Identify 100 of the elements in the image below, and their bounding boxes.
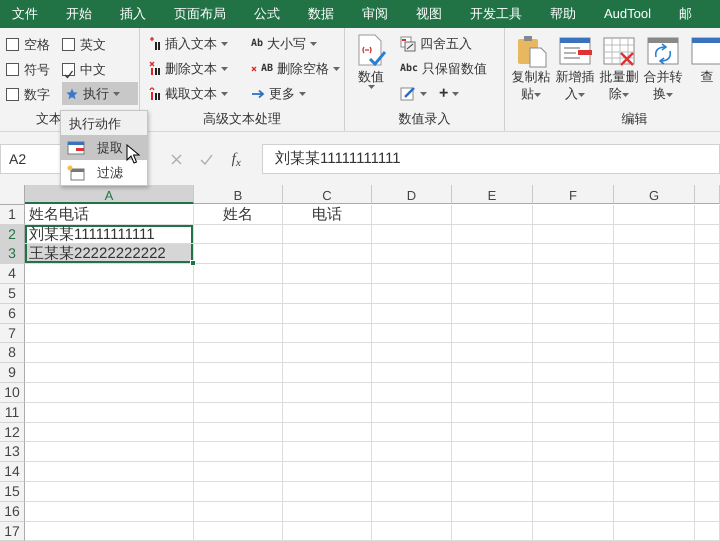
caret-icon	[310, 42, 318, 46]
checkbox-label: 空格	[24, 36, 50, 54]
group-label: 编辑	[622, 111, 648, 126]
grid-cell	[695, 482, 720, 502]
row-header[interactable]: 5	[0, 284, 25, 304]
star-icon	[65, 86, 79, 100]
fill-handle[interactable]	[190, 260, 196, 266]
delete-mark-icon	[251, 66, 257, 72]
row-header[interactable]: 3	[0, 244, 25, 264]
insert-text-icon	[149, 36, 161, 51]
menu-tab[interactable]: 邮	[678, 0, 692, 28]
grid-cell	[695, 324, 720, 344]
column-header[interactable]: E	[452, 185, 533, 204]
row-header[interactable]: 6	[0, 304, 25, 324]
checkbox-square[interactable]	[6, 63, 19, 76]
row-header[interactable]: 10	[0, 382, 25, 403]
grid-cell	[695, 343, 720, 364]
row-header[interactable]: 14	[0, 462, 25, 482]
caret-icon	[221, 66, 228, 70]
grid-cell: 王某某22222222222	[25, 244, 194, 264]
caret-icon	[420, 92, 427, 96]
ribbon-button[interactable]: 删除文本	[146, 57, 244, 80]
icon-text: Ab	[251, 37, 264, 51]
row-header[interactable]: 16	[0, 502, 25, 522]
grid-cell	[695, 522, 720, 541]
column-header[interactable]: B	[194, 185, 283, 204]
menu-tab[interactable]: 页面布局	[174, 0, 226, 28]
formula-input[interactable]: 刘某某11111111111	[262, 144, 720, 174]
menu-tab[interactable]: 视图	[416, 0, 442, 28]
caret-icon	[299, 92, 306, 96]
row-header[interactable]: 8	[0, 343, 25, 364]
caret-icon	[221, 92, 228, 96]
ribbon-button[interactable]: AB 删除空格	[248, 57, 343, 80]
column-header[interactable]: F	[533, 185, 614, 204]
ribbon-large-button[interactable]: 复制粘贴	[509, 32, 553, 109]
grid-cell	[695, 422, 720, 442]
ribbon-large-button[interactable]: 新增插入	[553, 32, 597, 109]
menu-tab[interactable]: 帮助	[550, 0, 576, 28]
menu-tab[interactable]: 公式	[254, 0, 280, 28]
caret-icon	[221, 42, 228, 46]
group-label: 文本	[36, 111, 62, 126]
sparkle-sheet-icon	[67, 164, 85, 180]
row-header[interactable]: 12	[0, 422, 25, 442]
row-header[interactable]: 15	[0, 482, 25, 502]
row-header[interactable]: 17	[0, 522, 25, 541]
row-header[interactable]: 4	[0, 264, 25, 284]
checkbox-square[interactable]	[6, 88, 19, 101]
pencil-sheet-icon	[400, 86, 416, 101]
ribbon-button[interactable]: 插入文本	[146, 32, 244, 55]
checkbox-square[interactable]	[62, 63, 75, 76]
ribbon-button[interactable]: 更多	[248, 82, 343, 105]
row-header[interactable]: 7	[0, 324, 25, 344]
checkbox-label: 中文	[80, 60, 106, 79]
grid-cell	[695, 382, 720, 403]
row-header[interactable]: 9	[0, 363, 25, 383]
window-icon	[67, 140, 85, 154]
grid-cell	[695, 363, 720, 383]
check-icon	[63, 69, 74, 80]
checkbox-label: 英文	[80, 36, 106, 54]
grid-cell	[695, 462, 720, 482]
plus-dropdown[interactable]: +	[436, 82, 462, 105]
menu-tab[interactable]: AudTool	[604, 0, 651, 28]
checkbox-label: 符号	[24, 60, 50, 79]
menu-tab[interactable]: 数据	[308, 0, 334, 28]
grid-cell	[695, 304, 720, 324]
caret-icon	[368, 85, 374, 89]
menu-tab[interactable]: 开发工具	[470, 0, 522, 28]
row-header[interactable]: 1	[0, 204, 25, 225]
menu-item[interactable]: 过滤	[61, 160, 147, 185]
menu-tab[interactable]: 审阅	[362, 0, 388, 28]
grid-cell	[695, 224, 720, 244]
ribbon-large-button[interactable]: 合并转换	[641, 32, 685, 109]
row-header[interactable]: 13	[0, 442, 25, 462]
menu-tab[interactable]: 插入	[120, 0, 146, 28]
group-label: 数值录入	[398, 111, 450, 126]
menu-tab[interactable]: 开始	[66, 0, 92, 28]
document-check-icon	[356, 34, 386, 68]
row-header[interactable]: 11	[0, 402, 25, 423]
column-header[interactable]: G	[614, 185, 695, 204]
ribbon-button[interactable]: 四舍五入	[397, 32, 490, 55]
grid-cell: 姓名	[194, 204, 283, 225]
row-header[interactable]: 2	[0, 224, 25, 244]
checkbox-square[interactable]	[62, 38, 75, 51]
ribbon-large-button[interactable]: 查	[685, 32, 720, 109]
menu-tab[interactable]: 文件	[12, 0, 38, 28]
ribbon-button[interactable]: Abc 只保留数值	[397, 57, 490, 80]
caret-icon	[113, 92, 120, 96]
caret-icon	[452, 92, 460, 96]
execute-button[interactable]: 执行	[62, 82, 138, 105]
menu-item[interactable]: 提取	[61, 135, 147, 160]
ribbon-button[interactable]: Ab 大小写	[248, 32, 343, 55]
cancel-icon	[171, 154, 182, 164]
checkbox-square[interactable]	[6, 38, 19, 51]
ribbon-button[interactable]: 截取文本	[146, 82, 244, 105]
insert-function-button[interactable]: f$_{x}$	[232, 148, 241, 170]
column-header[interactable]: D	[372, 185, 452, 204]
number-button[interactable]: 数值	[351, 32, 391, 109]
ribbon-large-button[interactable]: 批量删除	[597, 32, 641, 109]
column-header[interactable]: A	[25, 185, 194, 204]
column-header[interactable]: C	[283, 185, 372, 204]
